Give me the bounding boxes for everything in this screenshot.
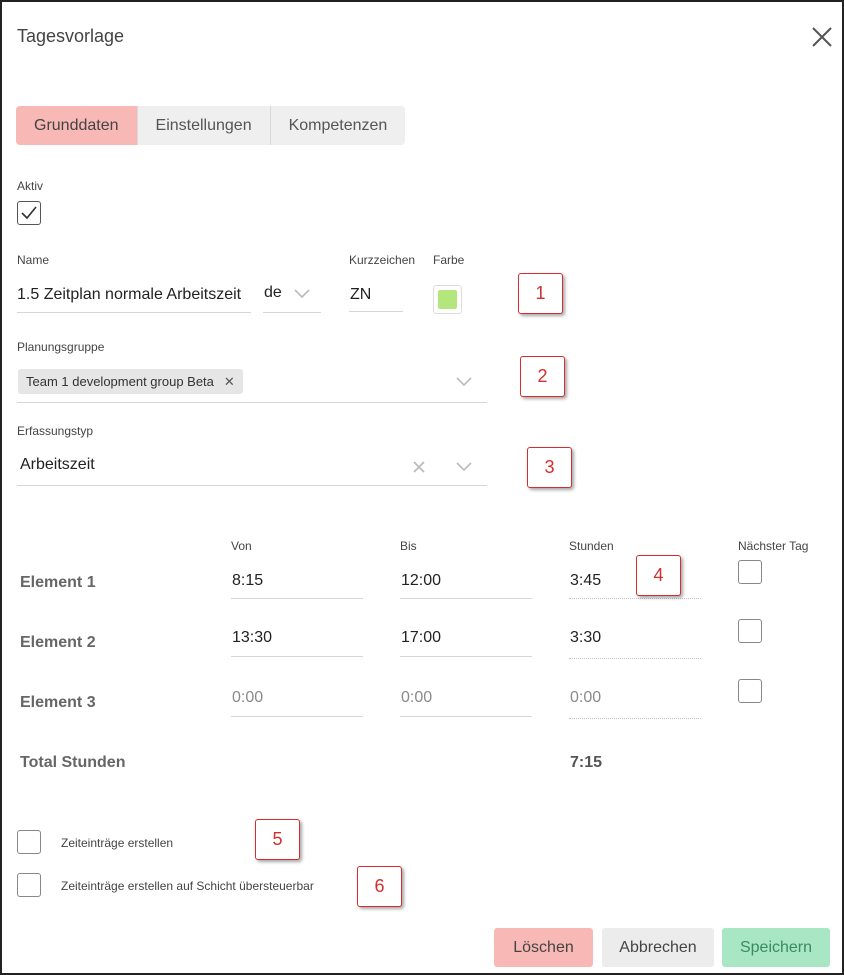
element-1-von-underline [231, 598, 363, 599]
element-3-bis-underline [400, 716, 532, 717]
name-underline [17, 312, 251, 313]
tab-kompetenzen[interactable]: Kompetenzen [269, 106, 406, 145]
element-2-bis-input[interactable]: 17:00 [401, 629, 441, 647]
callout-2: 2 [520, 356, 565, 397]
cancel-button[interactable]: Abbrechen [602, 928, 714, 967]
delete-button[interactable]: Löschen [494, 928, 593, 967]
callout-1: 1 [518, 273, 563, 314]
kurzzeichen-label: Kurzzeichen [349, 253, 416, 267]
element-3-label: Element 3 [20, 694, 96, 711]
element-3-naechster-tag-checkbox[interactable] [738, 679, 762, 703]
tagesvorlage-dialog: Tagesvorlage Grunddaten Einstellungen Ko… [0, 0, 844, 975]
element-2-stunden: 3:30 [570, 629, 602, 646]
element-1-stunden: 3:45 [570, 572, 602, 589]
zeiteintraege-erstellen-checkbox[interactable] [17, 830, 41, 854]
planungsgruppe-label: Planungsgruppe [17, 340, 105, 354]
element-1-bis-input[interactable]: 12:00 [401, 572, 441, 590]
chip-remove-icon[interactable]: ✕ [224, 369, 235, 394]
clear-icon[interactable] [412, 460, 426, 474]
header-stunden: Stunden [569, 539, 614, 553]
aktiv-checkbox[interactable] [17, 201, 41, 225]
tab-grunddaten[interactable]: Grunddaten [16, 106, 137, 145]
kurzzeichen-input[interactable]: ZN [350, 286, 371, 304]
planungsgruppe-chip: Team 1 development group Beta ✕ [18, 369, 243, 394]
zeiteintraege-uebersteuerbar-label: Zeiteinträge erstellen auf Schicht übers… [61, 879, 314, 893]
checkmark-icon [21, 206, 37, 220]
element-3-stunden: 0:00 [570, 689, 602, 706]
header-von: Von [231, 539, 252, 553]
name-input[interactable]: 1.5 Zeitplan normale Arbeitszeit [17, 286, 241, 304]
farbe-color-picker[interactable] [433, 285, 462, 314]
element-2-naechster-tag-checkbox[interactable] [738, 619, 762, 643]
callout-5: 5 [255, 819, 300, 860]
element-1-label: Element 1 [20, 574, 96, 591]
language-underline [263, 312, 321, 313]
callout-6: 6 [357, 866, 402, 907]
element-2-stunden-underline [569, 658, 701, 659]
tab-bar: Grunddaten Einstellungen Kompetenzen [16, 106, 406, 145]
language-chevron-down-icon[interactable] [294, 289, 310, 299]
farbe-label: Farbe [433, 253, 465, 267]
close-icon[interactable] [809, 24, 835, 50]
erfassungstyp-underline [17, 485, 487, 486]
element-2-von-underline [231, 656, 363, 657]
zeiteintraege-erstellen-label: Zeiteinträge erstellen [61, 836, 174, 850]
element-2-von-input[interactable]: 13:30 [232, 629, 272, 647]
element-2-label: Element 2 [20, 634, 96, 651]
element-1-naechster-tag-checkbox[interactable] [738, 560, 762, 584]
aktiv-label: Aktiv [17, 179, 44, 193]
element-3-bis-input[interactable]: 0:00 [401, 689, 432, 707]
element-1-von-input[interactable]: 8:15 [232, 572, 263, 590]
element-3-von-underline [231, 716, 363, 717]
planungsgruppe-underline [17, 402, 487, 403]
erfassungstyp-label: Erfassungstyp [17, 424, 94, 438]
name-label: Name [17, 253, 50, 267]
zeiteintraege-uebersteuerbar-checkbox[interactable] [17, 873, 41, 897]
total-label: Total Stunden [20, 754, 126, 771]
element-1-stunden-underline [569, 598, 701, 599]
planungsgruppe-chevron-down-icon[interactable] [456, 377, 472, 387]
tab-einstellungen[interactable]: Einstellungen [136, 106, 270, 145]
dialog-title: Tagesvorlage [17, 26, 125, 46]
color-swatch [438, 290, 457, 309]
erfassungstyp-select[interactable]: Arbeitszeit [20, 456, 95, 474]
language-select[interactable]: de [264, 284, 282, 302]
element-3-von-input[interactable]: 0:00 [232, 689, 263, 707]
element-3-stunden-underline [569, 718, 701, 719]
callout-3: 3 [527, 447, 572, 488]
save-button[interactable]: Speichern [722, 928, 830, 967]
element-2-bis-underline [400, 656, 532, 657]
header-bis: Bis [400, 539, 417, 553]
header-naechster-tag: Nächster Tag [738, 539, 809, 553]
kurzzeichen-underline [349, 311, 403, 312]
callout-4: 4 [636, 555, 681, 596]
chip-label: Team 1 development group Beta [26, 374, 214, 389]
element-1-bis-underline [400, 598, 532, 599]
total-value: 7:15 [570, 754, 603, 771]
erfassungstyp-chevron-down-icon[interactable] [456, 462, 472, 472]
